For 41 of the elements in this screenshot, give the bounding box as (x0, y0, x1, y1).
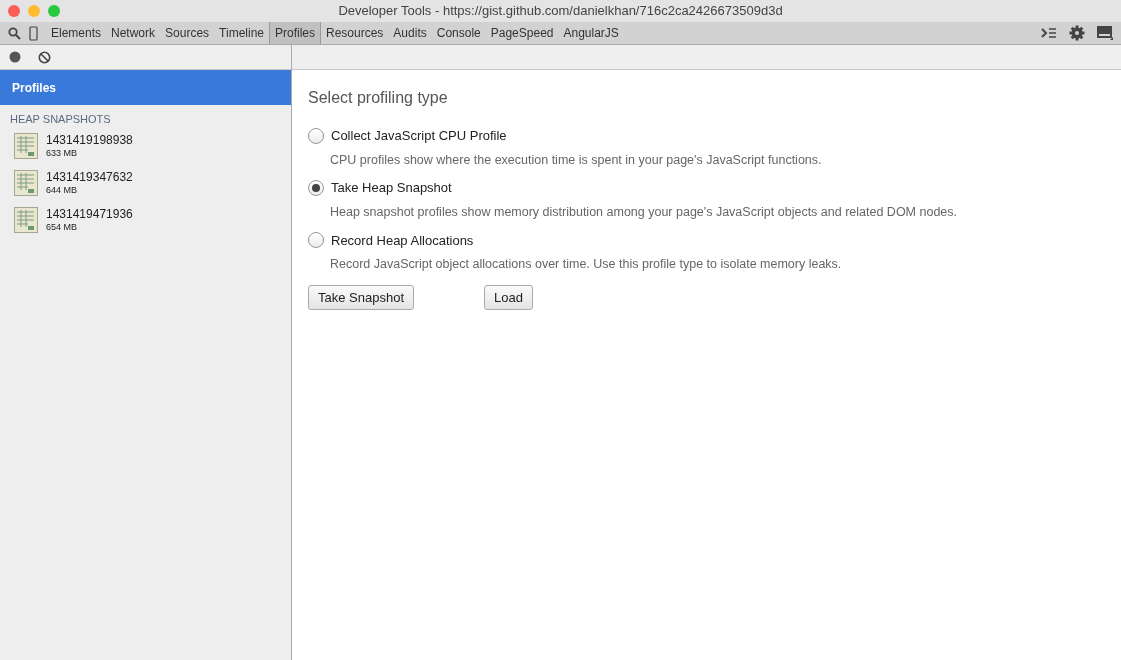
radio-button[interactable] (308, 232, 324, 249)
spreadsheet-icon (14, 207, 38, 233)
panel-tab[interactable]: Sources (160, 22, 215, 44)
radio-button[interactable] (308, 180, 324, 196)
action-button[interactable]: Load (484, 284, 533, 310)
option-label[interactable]: Record Heap Allocations (331, 230, 474, 250)
panel-tab[interactable]: Audits (388, 22, 432, 44)
snapshot-name[interactable]: 1431419347632 (46, 169, 133, 185)
phone-icon[interactable] (29, 25, 38, 41)
sidebar-header[interactable]: Profiles (0, 70, 291, 105)
panel-tab[interactable]: PageSpeed (485, 22, 559, 44)
snapshot-size: 633 MB (46, 147, 79, 160)
snapshot-name[interactable]: 1431419471936 (46, 206, 133, 222)
search-icon[interactable] (8, 26, 21, 40)
settings-icon[interactable] (1069, 25, 1085, 41)
panel-tab[interactable]: AngularJS (558, 22, 624, 44)
console-drawer-icon[interactable] (1041, 27, 1057, 39)
spreadsheet-icon (14, 170, 38, 196)
panel-tab[interactable]: Console (431, 22, 486, 44)
panel-tab[interactable]: Profiles (269, 22, 321, 44)
panel-tab[interactable]: Timeline (214, 22, 269, 44)
spreadsheet-icon (14, 133, 38, 159)
snapshot-size: 644 MB (46, 184, 79, 197)
panel-tab[interactable]: Resources (321, 22, 389, 44)
option-description: Heap snapshot profiles show memory distribution among your page's JavaScript objects and related DOM nodes. (329, 203, 958, 221)
section-heading: HEAP SNAPSHOTS (9, 112, 112, 127)
window-title: Developer Tools - https://gist.github.com/danielkhan/716c2ca2426673509d3d (338, 2, 783, 21)
snapshot-name[interactable]: 1431419198938 (46, 132, 133, 148)
dock-icon[interactable] (1097, 26, 1113, 40)
action-button[interactable]: Take Snapshot (308, 284, 414, 310)
snapshot-size: 654 MB (46, 221, 79, 234)
option-label[interactable]: Collect JavaScript CPU Profile (331, 126, 507, 146)
option-description: Record JavaScript object allocations over time. Use this profile type to isolate memory leaks. (329, 256, 843, 273)
option-description: CPU profiles show where the execution time is spent in your page's JavaScript functions. (329, 151, 823, 169)
heading: Select profiling type (308, 88, 449, 108)
panel-tab[interactable]: Network (106, 22, 161, 44)
radio-button[interactable] (308, 127, 324, 144)
option-label[interactable]: Take Heap Snapshot (331, 178, 452, 198)
panel-tab[interactable]: Elements (46, 22, 107, 44)
clear-icon[interactable] (38, 50, 51, 64)
record-icon[interactable] (9, 51, 21, 63)
